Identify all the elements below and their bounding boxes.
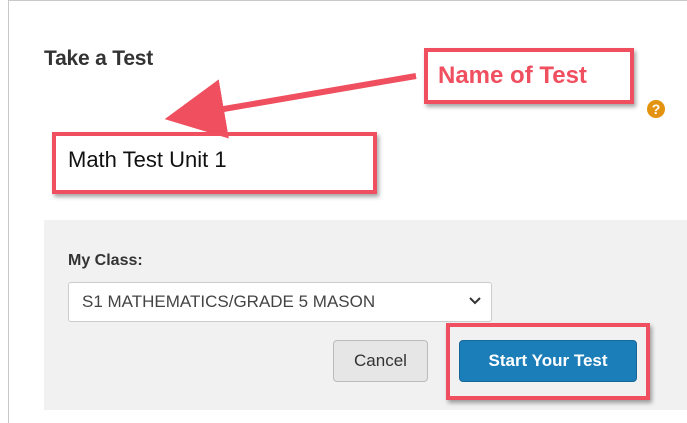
page-title: Take a Test xyxy=(44,47,154,70)
class-select[interactable]: S1 MATHEMATICS/GRADE 5 MASON xyxy=(68,282,492,322)
cancel-button[interactable]: Cancel xyxy=(333,340,428,382)
start-button-highlight xyxy=(446,323,650,400)
class-select-value: S1 MATHEMATICS/GRADE 5 MASON xyxy=(82,292,376,311)
my-class-label: My Class: xyxy=(68,252,143,269)
test-name-highlight xyxy=(52,132,377,194)
chevron-down-icon xyxy=(469,293,481,309)
help-icon[interactable]: ? xyxy=(647,100,665,118)
annotation-label: Name of Test xyxy=(424,48,634,104)
